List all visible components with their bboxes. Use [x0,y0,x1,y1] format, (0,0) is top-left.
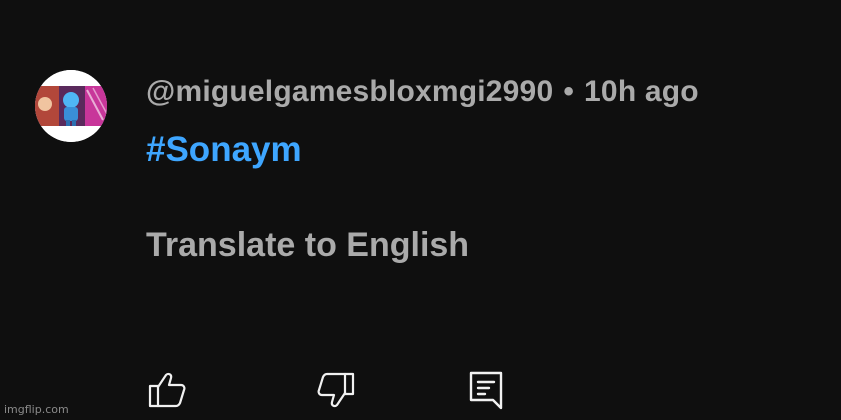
separator-dot: • [563,75,575,108]
like-button[interactable] [147,370,187,410]
comment-timestamp[interactable]: 10h ago [584,75,699,108]
thumbs-down-icon [317,372,355,408]
watermark: imgflip.com [4,403,69,416]
author-name[interactable]: @miguelgamesbloxmgi2990 [146,75,553,108]
reply-button[interactable] [467,370,507,410]
comment-item: @miguelgamesbloxmgi2990 • 10h ago #Sonaym … [0,0,841,420]
translate-button[interactable]: Translate to English [146,222,469,268]
avatar-image [35,70,107,142]
author-avatar[interactable] [35,70,107,142]
dislike-button[interactable] [316,370,356,410]
hashtag-link[interactable]: #Sonaym [146,127,302,173]
comment-header: @miguelgamesbloxmgi2990 • 10h ago [146,70,699,114]
reply-comment-icon [469,371,503,410]
thumbs-up-icon [148,372,186,408]
